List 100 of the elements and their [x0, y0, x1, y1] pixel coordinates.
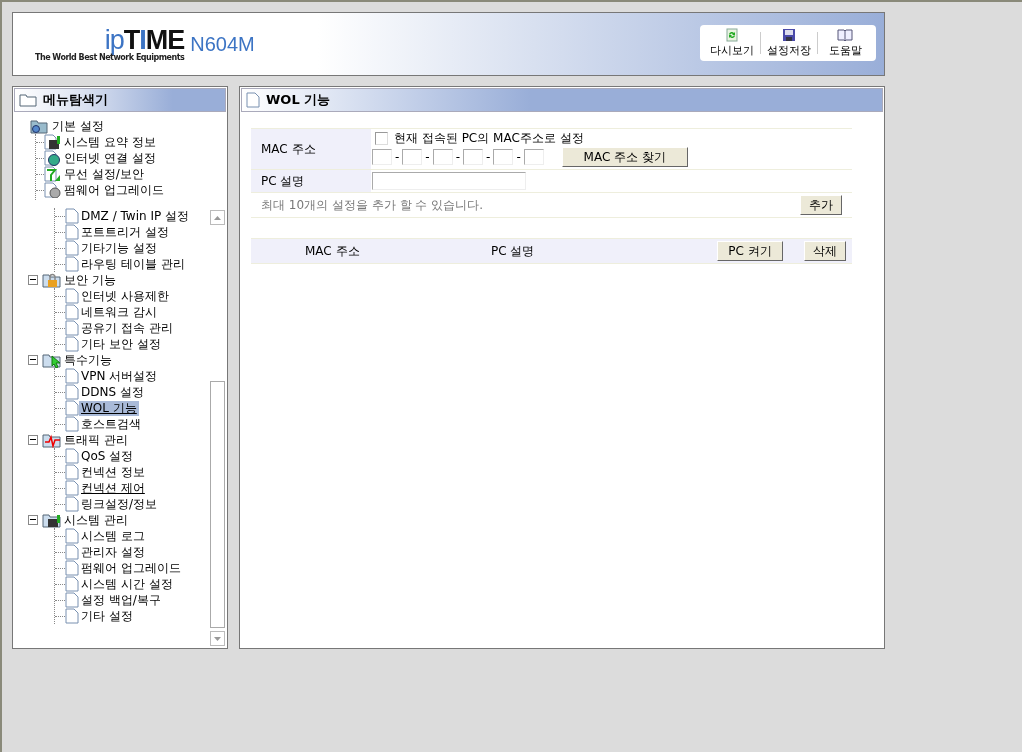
document-icon	[65, 528, 79, 544]
sidebar-title: 메뉴탐색기	[43, 91, 108, 109]
field-label: PC 설명	[251, 170, 371, 192]
menu-item[interactable]: 무선 설정/보안	[62, 166, 146, 182]
tree-group[interactable]: 시스템 관리	[62, 512, 130, 528]
field-label: MAC 주소	[251, 129, 371, 169]
delete-button[interactable]: 삭제	[804, 241, 846, 261]
brand-logo: ipTIME	[104, 26, 185, 53]
menu-item[interactable]: 컨넥션 제어	[79, 480, 147, 496]
folder-icon	[19, 93, 37, 107]
checkbox[interactable]	[375, 131, 388, 145]
column-header: MAC 주소	[305, 242, 361, 260]
document-icon	[65, 576, 79, 592]
mac-octet-field[interactable]	[402, 149, 423, 165]
cursor-folder-icon	[42, 352, 62, 368]
menu-item[interactable]: 시스템 로그	[79, 528, 147, 544]
gear-folder-icon	[30, 118, 48, 134]
tree-group[interactable]: 트래픽 관리	[62, 432, 130, 448]
document-icon	[65, 320, 79, 336]
mac-octet-field[interactable]	[463, 149, 484, 165]
menu-item[interactable]: 기타 설정	[79, 608, 135, 624]
separator: -	[424, 150, 431, 164]
help-button[interactable]: 도움말	[818, 28, 872, 58]
menu-item[interactable]: WOL 기능	[79, 400, 139, 416]
menu-item[interactable]: 링크설정/정보	[79, 496, 160, 512]
scroll-up-icon[interactable]	[214, 215, 221, 220]
menu-item[interactable]: 기타 보안 설정	[79, 336, 163, 352]
separator: -	[454, 150, 462, 164]
mac-octet-field[interactable]	[432, 149, 453, 165]
menu-item[interactable]: 시스템 요약 정보	[62, 134, 158, 150]
menu-item[interactable]: 컨넥션 정보	[79, 464, 147, 480]
note-text: 최대 10개의 설정을 추가 할 수 있습니다.	[261, 196, 483, 214]
globe-icon	[44, 150, 62, 166]
menu-item[interactable]: 기타기능 설정	[79, 240, 159, 256]
document-icon	[65, 288, 79, 304]
document-icon	[65, 224, 79, 240]
menu-item[interactable]: 호스트검색	[79, 416, 143, 432]
collapse-icon[interactable]	[28, 275, 38, 285]
document-icon	[65, 240, 79, 256]
document-icon	[65, 592, 79, 608]
antenna-icon	[44, 166, 62, 182]
menu-item[interactable]: 네트워크 감시	[79, 304, 159, 320]
menu-item[interactable]: 시스템 시간 설정	[79, 576, 175, 592]
tree-group[interactable]: 기본 설정	[50, 118, 106, 134]
scrollbar[interactable]	[210, 208, 225, 646]
menu-item[interactable]: 펌웨어 업그레이드	[79, 560, 183, 576]
menu-item[interactable]: 인터넷 사용제한	[79, 288, 171, 304]
menu-item[interactable]: DDNS 설정	[79, 384, 146, 400]
refresh-icon	[725, 28, 739, 42]
menu-item[interactable]: 공유기 접속 관리	[79, 320, 175, 336]
menu-item[interactable]: 펌웨어 업그레이드	[62, 182, 166, 198]
document-icon	[65, 464, 79, 480]
menu-item[interactable]: 관리자 설정	[79, 544, 147, 560]
document-icon	[65, 416, 79, 432]
tree-group[interactable]: 보안 기능	[62, 272, 118, 288]
menu-item[interactable]: 라우팅 테이블 관리	[79, 256, 187, 272]
wake-pc-button[interactable]: PC 켜기	[717, 241, 783, 261]
document-icon	[65, 368, 79, 384]
add-button[interactable]: 추가	[800, 195, 842, 215]
page-title: WOL 기능	[266, 91, 331, 109]
disc-icon	[44, 182, 62, 198]
document-icon	[65, 560, 79, 576]
menu-item[interactable]: DMZ / Twin IP 설정	[79, 208, 191, 224]
monitor-folder-icon	[42, 512, 62, 528]
document-icon	[65, 480, 79, 496]
menu-item[interactable]: 설정 백업/복구	[79, 592, 163, 608]
separator: -	[515, 150, 522, 164]
column-header: PC 설명	[491, 242, 536, 260]
document-icon	[65, 448, 79, 464]
save-button[interactable]: 설정저장	[761, 28, 817, 58]
refresh-button[interactable]: 다시보기	[704, 28, 760, 58]
monitor-icon	[44, 134, 62, 150]
collapse-icon[interactable]	[28, 355, 38, 365]
checkbox-label: 현재 접속된 PC의 MAC주소로 설정	[394, 129, 584, 147]
document-icon	[65, 384, 79, 400]
document-icon	[65, 304, 79, 320]
tagline: The World Best Network Equipments	[35, 52, 185, 62]
document-icon	[65, 544, 79, 560]
document-icon	[246, 92, 260, 108]
separator: -	[394, 150, 401, 164]
menu-item[interactable]: 인터넷 연결 설정	[62, 150, 158, 166]
mac-octet-field[interactable]	[493, 149, 514, 165]
collapse-icon[interactable]	[28, 515, 38, 525]
menu-item[interactable]: 포트트리거 설정	[79, 224, 171, 240]
menu-item[interactable]: QoS 설정	[79, 448, 136, 464]
collapse-icon[interactable]	[28, 435, 38, 445]
model-name: N604M	[190, 32, 255, 56]
document-icon	[65, 336, 79, 352]
mac-octet-field[interactable]	[372, 149, 392, 165]
tree-group[interactable]: 특수기능	[62, 352, 114, 368]
pc-description-field[interactable]	[372, 172, 526, 190]
find-mac-button[interactable]: MAC 주소 찾기	[561, 147, 688, 167]
document-icon	[65, 256, 79, 272]
menu-item[interactable]: VPN 서버설정	[79, 368, 160, 384]
document-icon	[65, 496, 79, 512]
document-icon	[65, 208, 79, 224]
scroll-down-icon[interactable]	[214, 636, 221, 641]
document-icon	[65, 608, 79, 624]
pulse-folder-icon	[42, 432, 62, 448]
mac-octet-field[interactable]	[523, 149, 544, 165]
